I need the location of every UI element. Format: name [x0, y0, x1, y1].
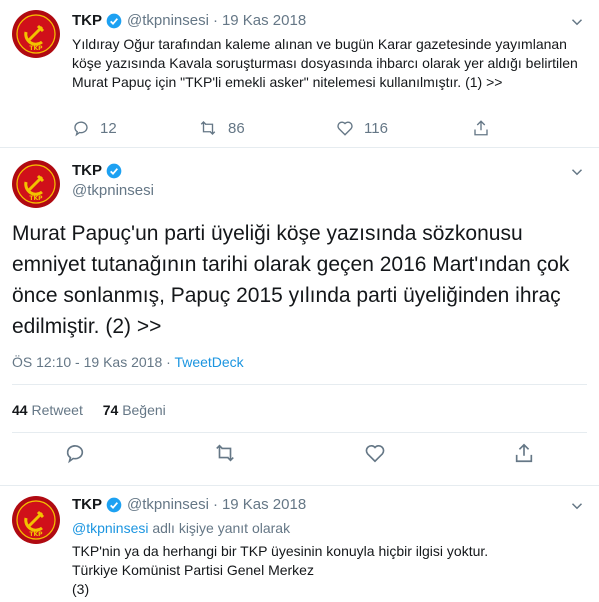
reply-to-suffix: adlı kişiye yanıt olarak	[152, 520, 291, 536]
tweet-text-line: Türkiye Komünist Partisi Genel Merkez	[72, 562, 314, 578]
tweet-date[interactable]: 19 Kas 2018	[222, 496, 306, 513]
reply-button[interactable]	[64, 442, 86, 464]
reply-to-handle[interactable]: @tkpninsesi	[72, 520, 148, 536]
tweet-actions	[0, 442, 599, 464]
tweet-1[interactable]: TKP TKP @tkpninsesi · 19 Kas 2018 Yıldır…	[0, 0, 599, 148]
reply-icon	[66, 445, 83, 464]
divider	[12, 384, 587, 385]
tweet-date[interactable]: 19 Kas 2018	[222, 12, 306, 29]
avatar[interactable]: TKP	[12, 496, 60, 544]
like-count: 116	[364, 119, 388, 137]
retweet-button[interactable]: 86	[198, 119, 336, 137]
retweet-button[interactable]	[213, 442, 237, 464]
reply-count: 12	[100, 119, 117, 137]
separator-dot: ·	[212, 496, 218, 513]
svg-text:TKP: TKP	[29, 45, 43, 52]
like-stat[interactable]: 74 Beğeni	[103, 402, 166, 418]
chevron-down-icon[interactable]	[568, 163, 586, 181]
retweet-icon	[216, 444, 234, 462]
retweet-icon	[200, 121, 216, 135]
chevron-down-icon[interactable]	[568, 497, 586, 515]
author-handle[interactable]: @tkpninsesi	[72, 182, 154, 199]
tweet-text: Yıldıray Oğur tarafından kaleme alınan v…	[72, 36, 578, 90]
author-name[interactable]: TKP	[72, 162, 102, 179]
tweet-date[interactable]: 19 Kas 2018	[84, 354, 163, 370]
tweet-actions: 12 86 116	[72, 119, 490, 137]
tweet-text-line: TKP'nin ya da herhangi bir TKP üyesinin …	[72, 543, 489, 559]
tweet-2-focused: TKP TKP @tkpninsesi Murat Papuç'un parti…	[0, 148, 599, 486]
share-icon	[516, 443, 533, 463]
divider	[12, 432, 587, 433]
tweet-3[interactable]: TKP TKP @tkpninsesi · 19 Kas 2018 @tkpni…	[0, 486, 599, 602]
svg-text:TKP: TKP	[29, 531, 43, 538]
reply-icon	[74, 121, 88, 137]
tweet-stats: 44 Retweet 74 Beğeni	[12, 402, 166, 418]
tweet-meta: ÖS 12:10 - 19 Kas 2018 · TweetDeck	[12, 354, 244, 370]
share-button[interactable]	[513, 442, 535, 464]
tweet-header: TKP @tkpninsesi · 19 Kas 2018	[72, 12, 306, 29]
avatar-logo: TKP	[16, 500, 56, 540]
avatar[interactable]: TKP	[12, 10, 60, 58]
tweet-text: TKP'nin ya da herhangi bir TKP üyesinin …	[72, 542, 587, 599]
like-button[interactable]: 116	[336, 119, 472, 137]
tweet-time[interactable]: ÖS 12:10	[12, 354, 71, 370]
avatar-logo: TKP	[16, 164, 56, 204]
like-icon	[337, 121, 353, 136]
like-icon	[365, 445, 385, 463]
retweet-stat[interactable]: 44 Retweet	[12, 402, 83, 418]
share-button[interactable]	[472, 119, 490, 137]
like-button[interactable]	[364, 442, 386, 464]
verified-icon	[106, 13, 122, 28]
author-handle[interactable]: @tkpninsesi	[127, 12, 209, 29]
tweet-text-body: Murat Papuç'un parti üyeliği köşe yazısı…	[12, 222, 570, 338]
verified-icon	[106, 163, 122, 178]
share-icon	[474, 120, 488, 136]
reply-context: @tkpninsesi adlı kişiye yanıt olarak	[72, 519, 290, 538]
tweet-header-handle: @tkpninsesi	[72, 182, 154, 199]
tweet-header-name: TKP	[72, 162, 122, 179]
tweet-text-line: (3)	[72, 581, 90, 597]
author-name[interactable]: TKP	[72, 12, 102, 29]
tweet-header: TKP @tkpninsesi · 19 Kas 2018	[72, 496, 306, 513]
retweet-count: 86	[228, 119, 245, 137]
chevron-down-icon[interactable]	[568, 13, 586, 31]
svg-text:TKP: TKP	[29, 195, 43, 202]
author-handle[interactable]: @tkpninsesi	[127, 496, 209, 513]
verified-icon	[106, 497, 122, 512]
reply-button[interactable]: 12	[72, 119, 198, 137]
avatar-logo: TKP	[16, 14, 56, 54]
separator-dash: -	[75, 354, 84, 370]
avatar[interactable]: TKP	[12, 160, 60, 208]
author-name[interactable]: TKP	[72, 496, 102, 513]
separator-dot: ·	[212, 12, 218, 29]
tweet-source[interactable]: TweetDeck	[174, 354, 243, 370]
